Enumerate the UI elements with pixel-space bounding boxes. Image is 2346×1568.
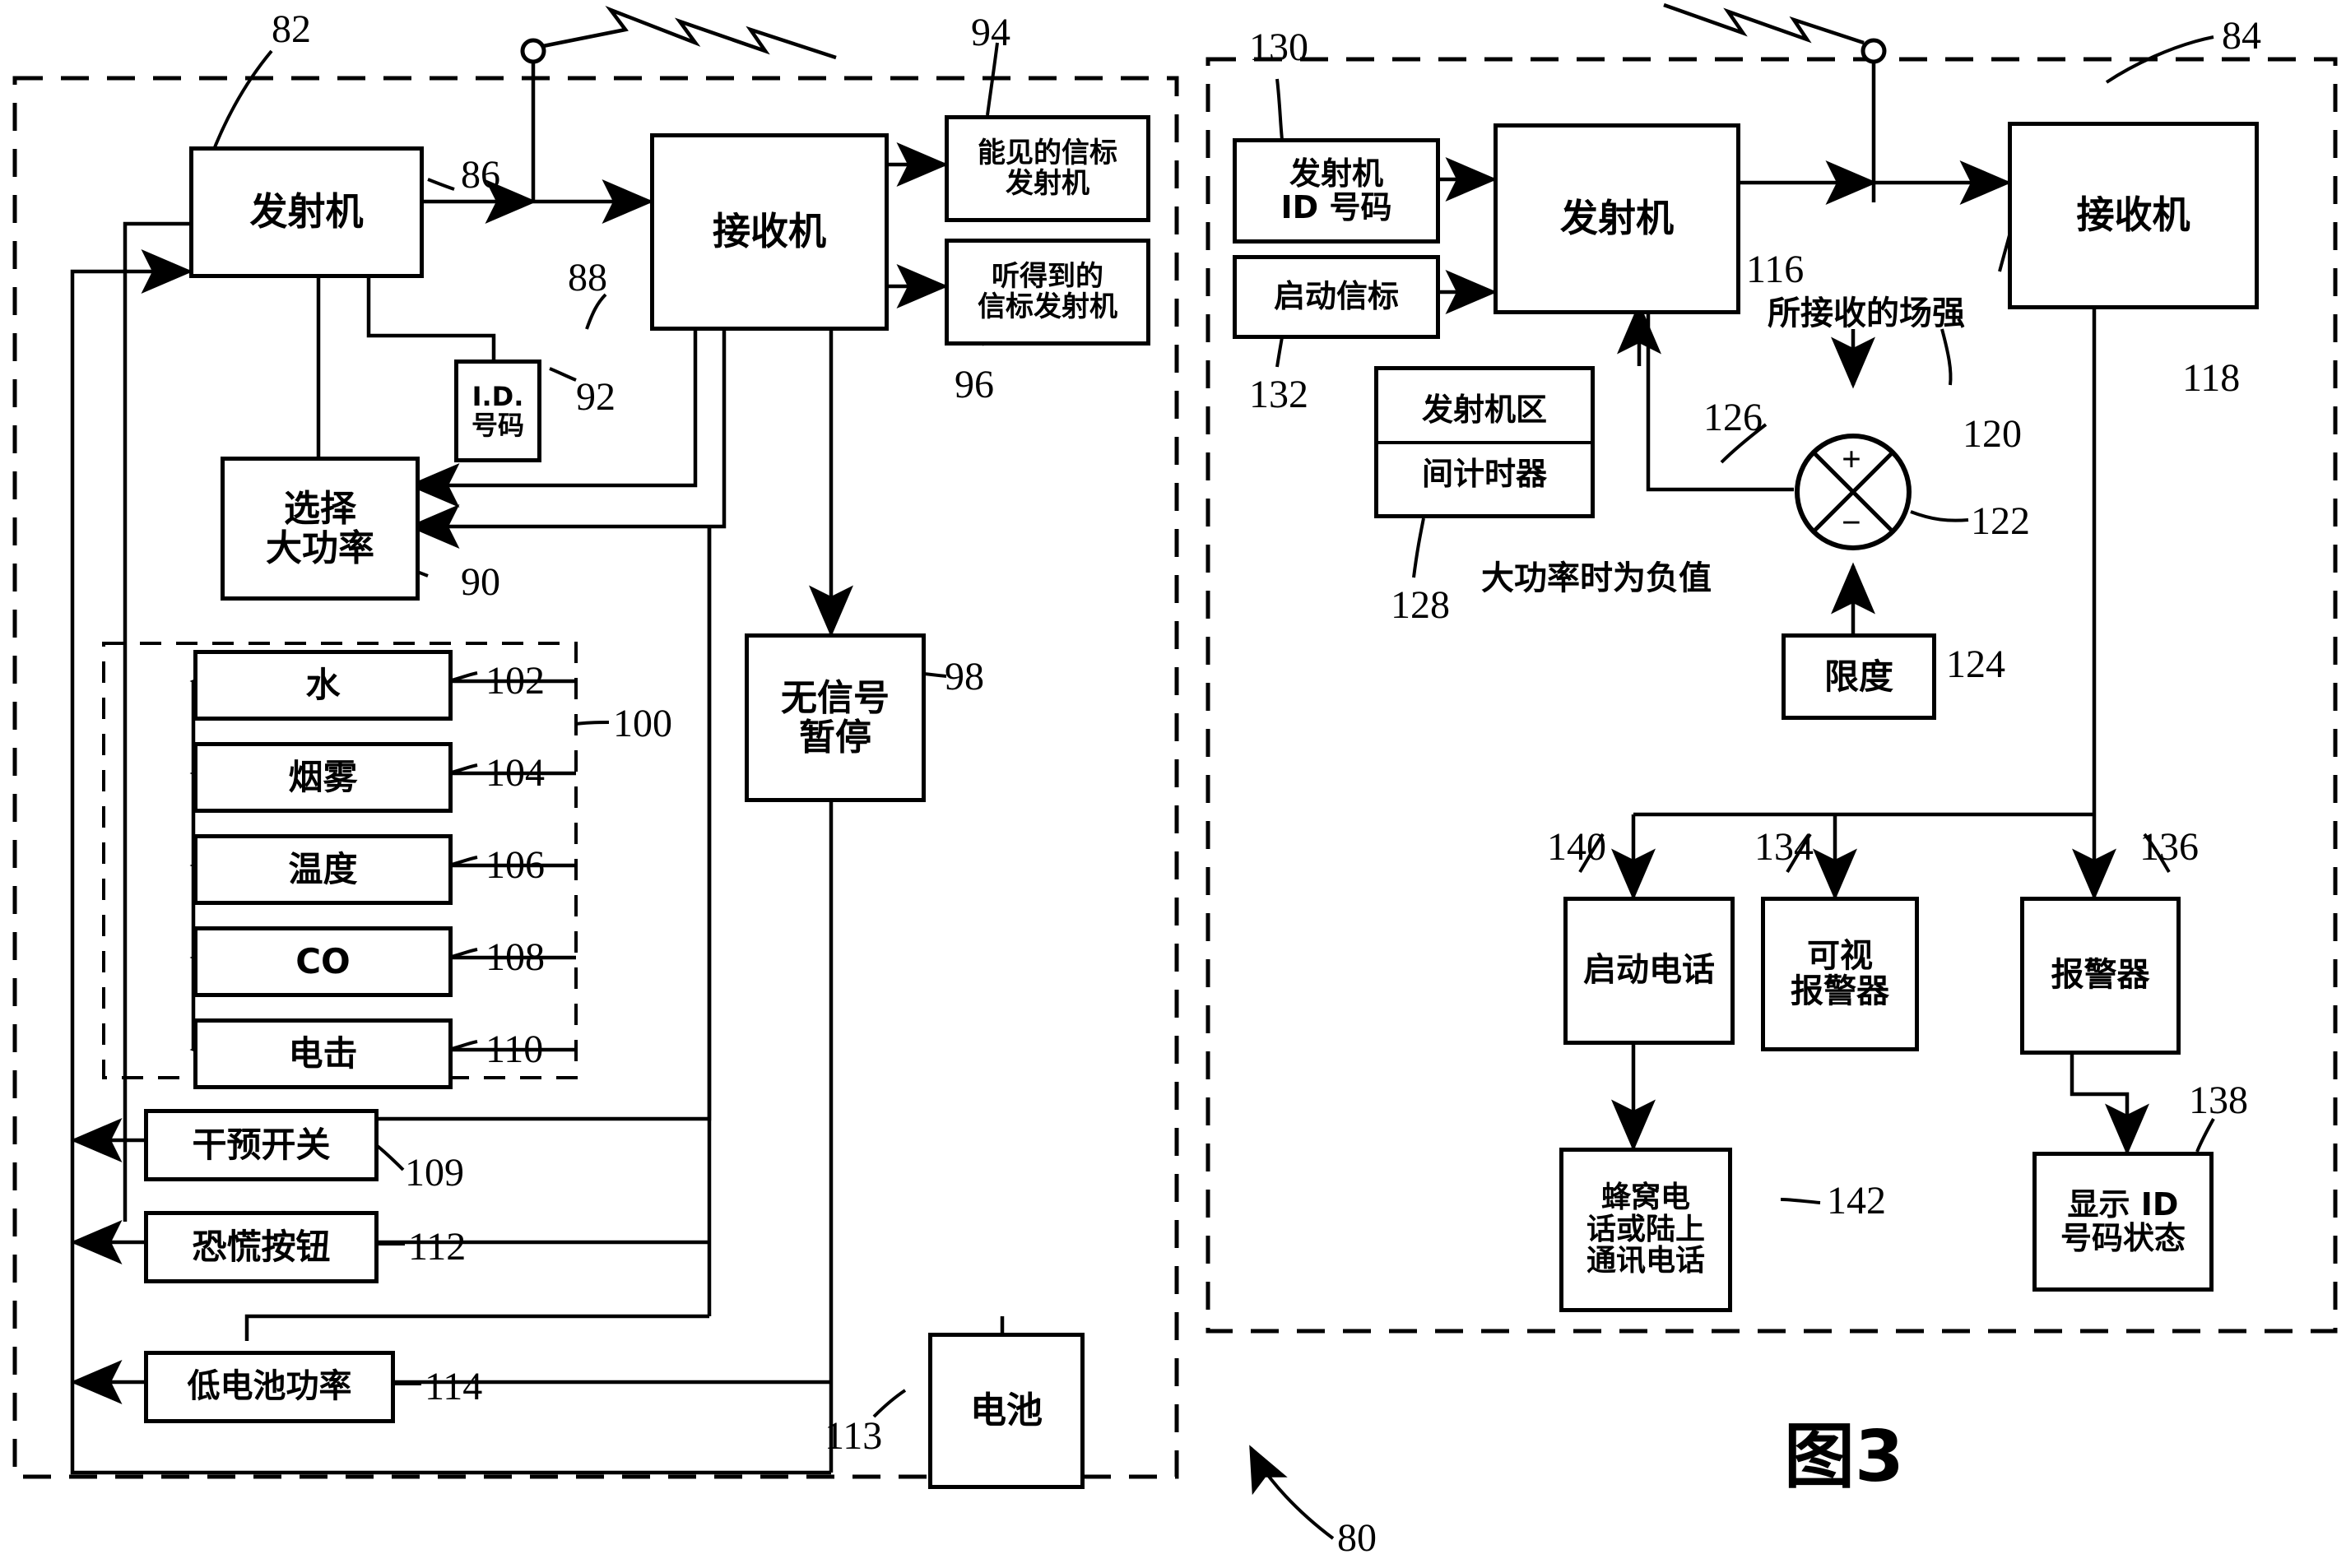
ref-112: 112 xyxy=(408,1225,467,1269)
note-received-field-strength: 所接收的场强 xyxy=(1768,295,1965,332)
ref-124: 124 xyxy=(1946,643,2005,686)
ref-94: 94 xyxy=(971,11,1010,54)
box-sensor-smoke: 烟雾 xyxy=(193,742,453,813)
box-display-id-status: 显示 ID 号码状态 xyxy=(2032,1152,2214,1292)
box-panic-button: 恐慌按钮 xyxy=(144,1211,379,1283)
ref-106: 106 xyxy=(485,843,545,887)
ref-92: 92 xyxy=(576,375,616,419)
ref-90: 90 xyxy=(461,560,500,604)
box-id-number: I.D. 号码 xyxy=(454,360,541,462)
ref-130: 130 xyxy=(1249,26,1308,69)
box-transmitter-id-number: 发射机 ID 号码 xyxy=(1233,138,1440,244)
ref-88: 88 xyxy=(568,256,607,299)
ref-86: 86 xyxy=(461,153,500,197)
box-receiver-right: 接收机 xyxy=(2008,122,2259,309)
box-audible-beacon-transmitter: 听得到的 信标发射机 xyxy=(945,239,1150,346)
ref-113: 113 xyxy=(825,1414,883,1458)
ref-108: 108 xyxy=(485,935,545,979)
ref-126: 126 xyxy=(1703,396,1763,439)
box-low-battery-power: 低电池功率 xyxy=(144,1351,395,1423)
patent-figure-3: 发射机 接收机 I.D. 号码 能见的信标 发射机 听得到的 信标发射机 选择 … xyxy=(0,0,2346,1568)
box-alarm: 报警器 xyxy=(2020,897,2181,1055)
ref-82: 82 xyxy=(272,7,311,51)
box-battery: 电池 xyxy=(928,1333,1085,1489)
box-transmitter-zone-interval-timer: 发射机区 间计时器 xyxy=(1374,366,1595,518)
box-sensor-water: 水 xyxy=(193,650,453,721)
ref-120: 120 xyxy=(1963,412,2022,456)
note-negative-at-high-power: 大功率时为负值 xyxy=(1481,559,1712,597)
box-activate-phone: 启动电话 xyxy=(1563,897,1735,1045)
ref-132: 132 xyxy=(1249,373,1308,416)
box-visual-alarm: 可视 报警器 xyxy=(1761,897,1919,1051)
ref-116: 116 xyxy=(1746,248,1805,291)
box-cellular-or-landline-phone: 蜂窝电 话或陆上 通讯电话 xyxy=(1559,1148,1732,1312)
ref-84: 84 xyxy=(2222,14,2261,58)
ref-109: 109 xyxy=(405,1151,464,1195)
box-transmitter-right: 发射机 xyxy=(1494,123,1740,314)
figure-label: 图3 xyxy=(1784,1416,1904,1498)
ref-140: 140 xyxy=(1547,825,1606,869)
ref-122: 122 xyxy=(1971,499,2030,543)
box-transmitter-left: 发射机 xyxy=(189,146,424,278)
ref-118: 118 xyxy=(2182,356,2241,400)
ref-102: 102 xyxy=(485,659,545,703)
box-limit: 限度 xyxy=(1782,633,1936,720)
box-sensor-co: CO xyxy=(193,926,453,997)
ref-98: 98 xyxy=(945,655,984,698)
box-sensor-shock: 电击 xyxy=(193,1018,453,1089)
box-intervention-switch: 干预开关 xyxy=(144,1109,379,1181)
ref-110: 110 xyxy=(485,1028,544,1071)
ref-100: 100 xyxy=(613,702,672,745)
box-visible-beacon-transmitter: 能见的信标 发射机 xyxy=(945,115,1150,222)
ref-138: 138 xyxy=(2189,1079,2248,1122)
ref-104: 104 xyxy=(485,751,545,795)
box-receiver-left: 接收机 xyxy=(650,133,889,331)
box-sensor-temperature: 温度 xyxy=(193,834,453,905)
ref-80: 80 xyxy=(1337,1516,1377,1560)
ref-96: 96 xyxy=(955,363,994,406)
ref-114: 114 xyxy=(425,1365,483,1408)
box-select-high-power: 选择 大功率 xyxy=(221,457,420,601)
ref-136: 136 xyxy=(2139,825,2199,869)
ref-128: 128 xyxy=(1391,583,1450,627)
ref-134: 134 xyxy=(1754,825,1814,869)
box-no-signal-pause: 无信号 暂停 xyxy=(745,633,926,802)
box-activate-beacon: 启动信标 xyxy=(1233,255,1440,339)
summing-plus-sign: + xyxy=(1842,441,1861,479)
summing-minus-sign: − xyxy=(1842,504,1861,542)
ref-142: 142 xyxy=(1827,1179,1886,1222)
